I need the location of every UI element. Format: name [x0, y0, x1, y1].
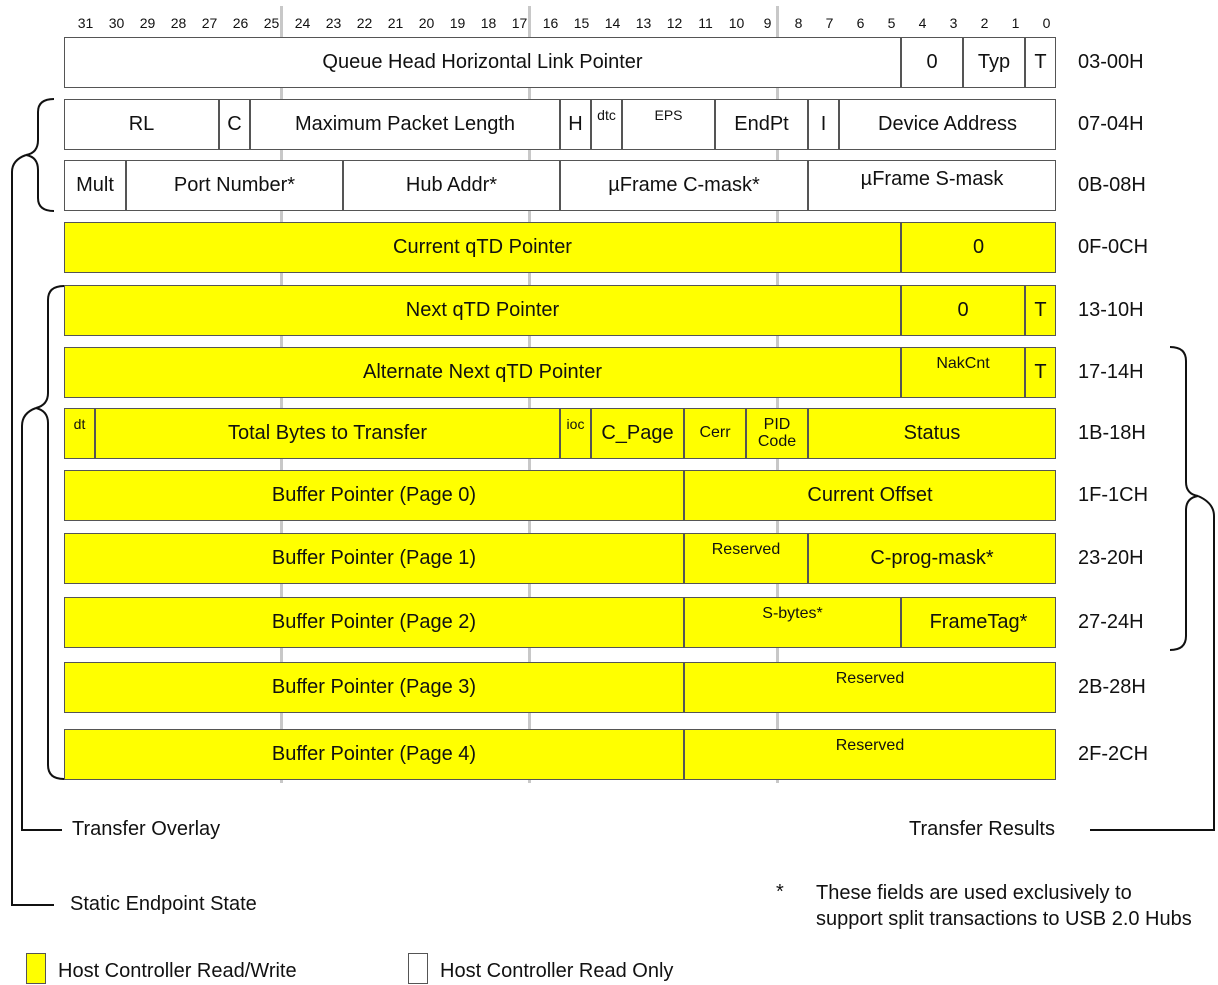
transfer-results-leader — [1090, 495, 1215, 831]
transfer-overlay-label: Transfer Overlay — [72, 818, 221, 840]
static-endpoint-state-bracket — [25, 98, 55, 212]
read-only-legend-swatch — [408, 953, 428, 984]
transfer-results-bracket — [1169, 346, 1199, 651]
transfer-overlay-bracket — [35, 285, 65, 780]
read-write-legend-swatch — [26, 953, 46, 984]
queue-head-layout-diagram: 31 30 29 28 27 26 25 24 23 22 21 20 19 18 17 16 15 14 13 12… — [0, 0, 1218, 985]
read-write-legend-label: Host Controller Read/Write — [58, 960, 297, 982]
static-endpoint-state-label: Static Endpoint State — [70, 893, 257, 915]
footnote-text: These fields are used exclusively to sup… — [816, 882, 1192, 930]
transfer-overlay-leader — [21, 407, 62, 831]
transfer-results-label: Transfer Results — [909, 818, 1055, 840]
footnote-marker: * — [776, 881, 784, 903]
read-only-legend-label: Host Controller Read Only — [440, 960, 674, 982]
